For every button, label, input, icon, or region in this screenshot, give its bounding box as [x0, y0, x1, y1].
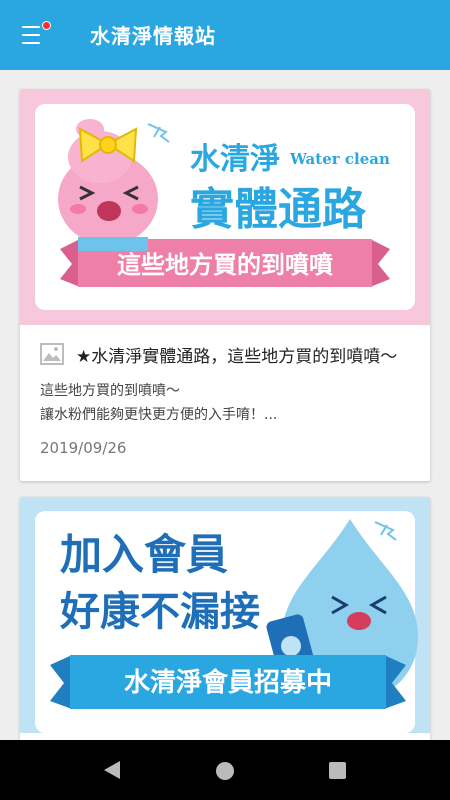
notification-dot — [42, 21, 51, 30]
post-excerpt-line: 讓水粉們能夠更快更方便的入手唷！... — [40, 407, 278, 423]
banner-brand: 水清淨 — [190, 142, 280, 177]
post-date: 2019/09/26 — [40, 439, 127, 457]
back-triangle-icon[interactable] — [103, 760, 121, 780]
post-title-row[interactable]: ★水清淨實體通路，這些地方買的到噴噴～ — [40, 339, 420, 369]
app-bar: 水清淨情報站 — [0, 0, 450, 70]
banner-ribbon-text: 水清淨會員招募中 — [124, 667, 332, 698]
post-excerpt-line: 這些地方買的到噴噴～ — [40, 383, 180, 399]
post-card[interactable]: 加入會員 好康不漏接 水清淨會員招募中 — [20, 497, 430, 740]
banner-ribbon-text: 這些地方買的到噴噴 — [117, 251, 333, 279]
home-circle-icon[interactable] — [216, 762, 234, 780]
post-banner-image[interactable]: 加入會員 好康不漏接 水清淨會員招募中 — [20, 497, 430, 733]
banner-brand-en: Water clean — [289, 150, 390, 168]
post-card[interactable]: 水清淨 Water clean 實體通路 這些地方買的到噴噴 ★水清淨實體通路，… — [20, 89, 430, 481]
recent-apps-square-icon[interactable] — [329, 762, 346, 779]
system-nav-bar — [0, 740, 450, 800]
banner-line1: 加入會員 — [60, 530, 228, 579]
post-banner-image[interactable]: 水清淨 Water clean 實體通路 這些地方買的到噴噴 — [20, 89, 430, 325]
image-placeholder-icon — [40, 343, 64, 365]
banner-headline: 實體通路 — [190, 184, 367, 235]
app-title: 水清淨情報站 — [90, 24, 216, 48]
banner-line2: 好康不漏接 — [59, 589, 260, 635]
post-title[interactable]: ★水清淨實體通路，這些地方買的到噴噴～ — [76, 342, 416, 367]
hamburger-menu-icon[interactable] — [22, 21, 51, 46]
post-feed[interactable]: 水清淨 Water clean 實體通路 這些地方買的到噴噴 ★水清淨實體通路，… — [0, 70, 450, 740]
post-excerpt: 這些地方買的到噴噴～ 讓水粉們能夠更快更方便的入手唷！... — [40, 379, 410, 427]
